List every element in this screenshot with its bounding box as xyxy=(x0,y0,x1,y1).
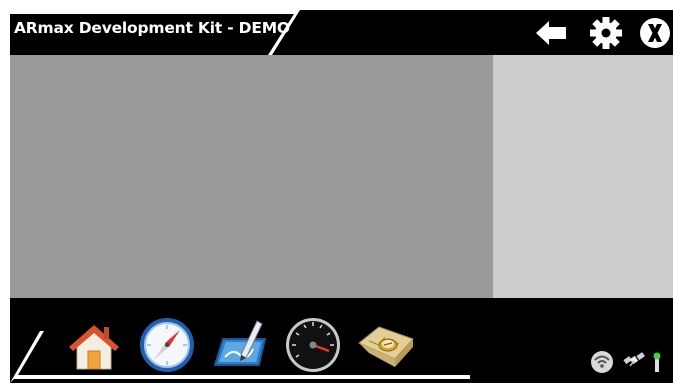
header-bar: ARmax Development Kit - DEMO xyxy=(10,10,673,55)
compass-icon xyxy=(140,318,194,372)
signal-antenna-icon xyxy=(653,352,661,372)
settings-button[interactable] xyxy=(588,15,624,51)
bottom-dock xyxy=(10,298,673,383)
satellite-icon xyxy=(623,352,645,367)
drawing-tablet-icon xyxy=(213,320,267,366)
map-button[interactable] xyxy=(355,315,417,375)
gear-icon xyxy=(590,17,622,49)
compass-button[interactable] xyxy=(136,315,198,375)
satellite-status xyxy=(622,348,646,374)
home-button[interactable] xyxy=(63,315,125,375)
speedometer-icon xyxy=(286,318,340,372)
main-content-pane xyxy=(10,55,493,298)
app-window: ARmax Development Kit - DEMO xyxy=(10,10,673,383)
wifi-icon xyxy=(591,351,613,373)
side-panel xyxy=(493,55,673,298)
close-button[interactable] xyxy=(637,15,673,51)
signal-status xyxy=(646,348,670,374)
app-title: ARmax Development Kit - DEMO xyxy=(14,19,290,37)
draw-button[interactable] xyxy=(209,315,271,375)
wifi-status xyxy=(590,348,614,374)
home-icon xyxy=(69,325,119,370)
close-icon xyxy=(640,18,670,48)
map-compass-icon xyxy=(358,326,414,367)
back-arrow-icon xyxy=(536,21,566,45)
title-area: ARmax Development Kit - DEMO xyxy=(10,10,310,55)
speedometer-button[interactable] xyxy=(282,315,344,375)
back-button[interactable] xyxy=(533,15,569,51)
